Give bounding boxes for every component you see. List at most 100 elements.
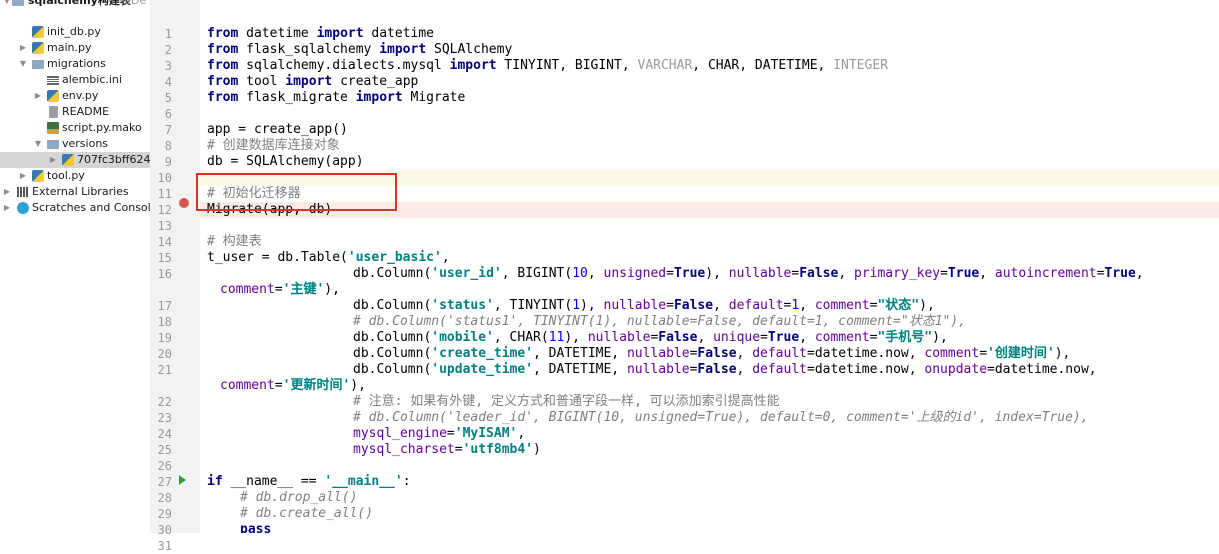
- chevron-right-icon[interactable]: ▶: [33, 88, 43, 104]
- project-path: ~/De: [118, 0, 147, 7]
- line-number: 5: [164, 91, 172, 105]
- tree-item-label: env.py: [62, 89, 99, 102]
- code-editor[interactable]: from datetime import datetime from flask…: [200, 0, 1219, 533]
- tree-item[interactable]: ▶ Scratches and Consoles: [0, 200, 150, 216]
- line-number: 10: [157, 171, 172, 185]
- project-tree: ▼ sqlalchemy构建表 ~/De init_db.py ▶ main.p…: [0, 0, 150, 533]
- code-line: db.Column('user_id', BIGINT(10, unsigned…: [353, 266, 1144, 281]
- python-file-icon: [32, 170, 44, 182]
- breakpoint-icon[interactable]: [179, 198, 189, 208]
- line-number: 26: [157, 459, 172, 473]
- python-file-icon: [47, 90, 59, 102]
- folder-icon: [12, 0, 24, 6]
- run-arrow-icon[interactable]: [179, 475, 186, 485]
- tree-item-label: README: [62, 105, 110, 118]
- chevron-down-icon[interactable]: ▼: [18, 56, 28, 72]
- line-number: 19: [157, 331, 172, 345]
- line-number: 4: [164, 75, 172, 89]
- code-line: db.Column('update_time', DATETIME, nulla…: [353, 362, 1097, 377]
- code-line: from flask_sqlalchemy import SQLAlchemy: [207, 42, 513, 57]
- chevron-right-icon[interactable]: ▶: [18, 40, 28, 56]
- tree-item-label: script.py.mako: [62, 121, 142, 134]
- line-number: 21: [157, 363, 172, 377]
- code-line-wrap: comment='更新时间'),: [220, 378, 366, 393]
- code-line: pass: [240, 522, 272, 533]
- code-line: db = SQLAlchemy(app): [207, 154, 364, 169]
- tree-item[interactable]: ▶ tool.py: [0, 168, 150, 184]
- tree-item[interactable]: alembic.ini: [0, 72, 150, 88]
- code-line-wrap: comment='主键'),: [220, 282, 340, 297]
- tree-folder[interactable]: ▼ versions: [0, 136, 150, 152]
- line-number: 20: [157, 347, 172, 361]
- tree-folder[interactable]: ▼ migrations: [0, 56, 150, 72]
- tree-item[interactable]: ▶ main.py: [0, 40, 150, 56]
- ini-file-icon: [47, 76, 59, 85]
- code-line: from tool import create_app: [207, 74, 419, 89]
- tree-item-label: migrations: [47, 57, 106, 70]
- line-number: 29: [157, 507, 172, 521]
- code-line: mysql_charset='utf8mb4'): [353, 442, 541, 457]
- line-number: 1: [164, 27, 172, 41]
- code-line: db.Column('mobile', CHAR(11), nullable=F…: [353, 330, 948, 345]
- python-file-icon: [32, 42, 44, 54]
- line-number: 3: [164, 59, 172, 73]
- tree-item-label: versions: [62, 137, 109, 150]
- folder-icon: [32, 60, 44, 69]
- code-line: from flask_migrate import Migrate: [207, 90, 466, 105]
- scratch-icon: [17, 202, 29, 214]
- line-number: 25: [157, 443, 172, 457]
- chevron-right-icon[interactable]: ▶: [2, 184, 12, 200]
- code-line: t_user = db.Table('user_basic',: [207, 250, 450, 265]
- tree-item[interactable]: script.py.mako: [0, 120, 150, 136]
- tree-item[interactable]: init_db.py: [0, 24, 150, 40]
- tree-item-label: Scratches and Consoles: [32, 201, 150, 214]
- tree-item[interactable]: ▶ External Libraries: [0, 184, 150, 200]
- chevron-down-icon[interactable]: ▼: [2, 0, 12, 9]
- tree-item[interactable]: README: [0, 104, 150, 120]
- line-number: 17: [157, 299, 172, 313]
- tree-item-label: External Libraries: [32, 185, 129, 198]
- line-number: 31: [157, 539, 172, 553]
- code-comment: # db.create_all(): [240, 506, 374, 521]
- line-number: 27: [157, 475, 172, 489]
- line-number: 24: [157, 427, 172, 441]
- code-comment: # 构建表: [207, 234, 262, 249]
- tree-item-label: 707fc3bff624_: [77, 153, 150, 166]
- line-number: 9: [164, 155, 172, 169]
- tree-root-project[interactable]: ▼ sqlalchemy构建表 ~/De: [0, 0, 150, 9]
- tree-item[interactable]: ▶ env.py: [0, 88, 150, 104]
- text-file-icon: [49, 106, 58, 118]
- library-icon: [17, 187, 29, 197]
- code-line: app = create_app(): [207, 122, 348, 137]
- line-number: 8: [164, 139, 172, 153]
- python-file-icon: [32, 26, 44, 38]
- chevron-right-icon[interactable]: ▶: [48, 152, 58, 168]
- line-number: 13: [157, 219, 172, 233]
- chevron-right-icon[interactable]: ▶: [18, 168, 28, 184]
- code-comment: # db.Column('status1', TINYINT(1), nulla…: [353, 314, 966, 329]
- line-number: 2: [164, 43, 172, 57]
- tree-item-label: alembic.ini: [62, 73, 122, 86]
- code-comment: # db.Column('leader_id', BIGINT(10, unsi…: [353, 410, 1089, 425]
- chevron-right-icon[interactable]: ▶: [2, 200, 12, 216]
- line-number: 28: [157, 491, 172, 505]
- line-number: 15: [157, 251, 172, 265]
- code-comment: # db.drop_all(): [240, 490, 358, 505]
- python-file-icon: [62, 154, 74, 166]
- tree-item-selected[interactable]: ▶ 707fc3bff624_: [0, 152, 150, 168]
- line-number: 14: [157, 235, 172, 249]
- code-line: if __name__ == '__main__':: [207, 474, 411, 489]
- tree-item-label: init_db.py: [47, 25, 101, 38]
- line-number: 30: [157, 523, 172, 537]
- code-comment: # 注意: 如果有外键, 定义方式和普通字段一样, 可以添加索引提高性能: [353, 394, 780, 409]
- code-comment: # 创建数据库连接对象: [207, 138, 340, 153]
- line-number-gutter[interactable]: 1 2 3 4 5 6 7 8 9 10 11 12 13 14 15 16 1…: [150, 0, 200, 553]
- code-line: from datetime import datetime: [207, 26, 435, 41]
- tree-item-label: tool.py: [47, 169, 85, 182]
- code-line: mysql_engine='MyISAM',: [353, 426, 526, 441]
- code-line: db.Column('create_time', DATETIME, nulla…: [353, 346, 1071, 361]
- chevron-down-icon[interactable]: ▼: [33, 136, 43, 152]
- line-number: 23: [157, 411, 172, 425]
- line-number: 18: [157, 315, 172, 329]
- line-number: 16: [157, 267, 172, 281]
